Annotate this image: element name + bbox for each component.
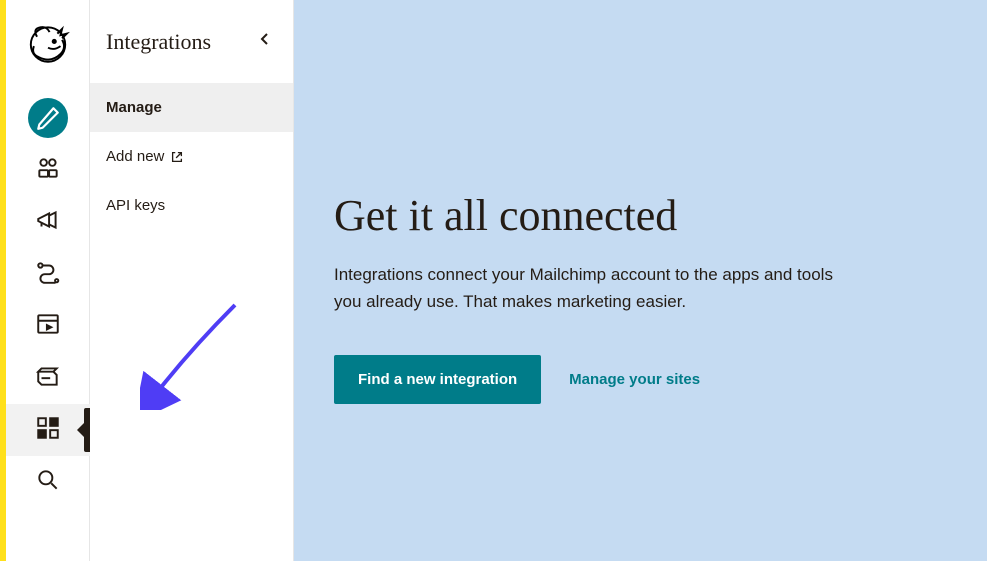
subnav-item-add-new[interactable]: Add new bbox=[90, 132, 293, 181]
subnav-title: Integrations bbox=[106, 29, 211, 55]
nav-website[interactable] bbox=[6, 300, 90, 352]
subnav-item-label: API keys bbox=[106, 197, 165, 214]
nav-campaigns[interactable] bbox=[6, 196, 90, 248]
subnav-item-label: Manage bbox=[106, 99, 162, 116]
pencil-icon bbox=[28, 98, 68, 138]
nav-integrations[interactable]: Integrations bbox=[6, 404, 90, 456]
audience-icon bbox=[35, 155, 61, 186]
subnav-header: Integrations bbox=[90, 0, 293, 83]
primary-nav: Integrations bbox=[6, 0, 90, 561]
find-integration-button[interactable]: Find a new integration bbox=[334, 355, 541, 404]
content-icon bbox=[35, 363, 61, 394]
subnav-item-label: Add new bbox=[106, 148, 164, 165]
hero-title: Get it all connected bbox=[334, 190, 947, 241]
mailchimp-logo[interactable] bbox=[23, 18, 73, 68]
megaphone-icon bbox=[35, 207, 61, 238]
search-icon bbox=[35, 467, 61, 498]
nav-content[interactable] bbox=[6, 352, 90, 404]
external-link-icon bbox=[170, 150, 184, 164]
nav-audience[interactable] bbox=[6, 144, 90, 196]
chevron-left-icon bbox=[259, 32, 269, 46]
website-icon bbox=[35, 311, 61, 342]
nav-create[interactable] bbox=[6, 92, 90, 144]
subnav-item-manage[interactable]: Manage bbox=[90, 83, 293, 132]
hero-panel: Get it all connected Integrations connec… bbox=[294, 0, 987, 561]
journey-icon bbox=[35, 259, 61, 290]
hero-description: Integrations connect your Mailchimp acco… bbox=[334, 261, 854, 315]
nav-search[interactable] bbox=[6, 456, 90, 508]
subnav-item-api-keys[interactable]: API keys bbox=[90, 181, 293, 230]
collapse-button[interactable] bbox=[255, 28, 273, 55]
cta-row: Find a new integration Manage your sites bbox=[334, 355, 947, 404]
nav-automations[interactable] bbox=[6, 248, 90, 300]
integrations-icon bbox=[35, 415, 61, 446]
manage-sites-link[interactable]: Manage your sites bbox=[569, 371, 700, 388]
secondary-nav: Integrations Manage Add new API keys bbox=[90, 0, 294, 561]
